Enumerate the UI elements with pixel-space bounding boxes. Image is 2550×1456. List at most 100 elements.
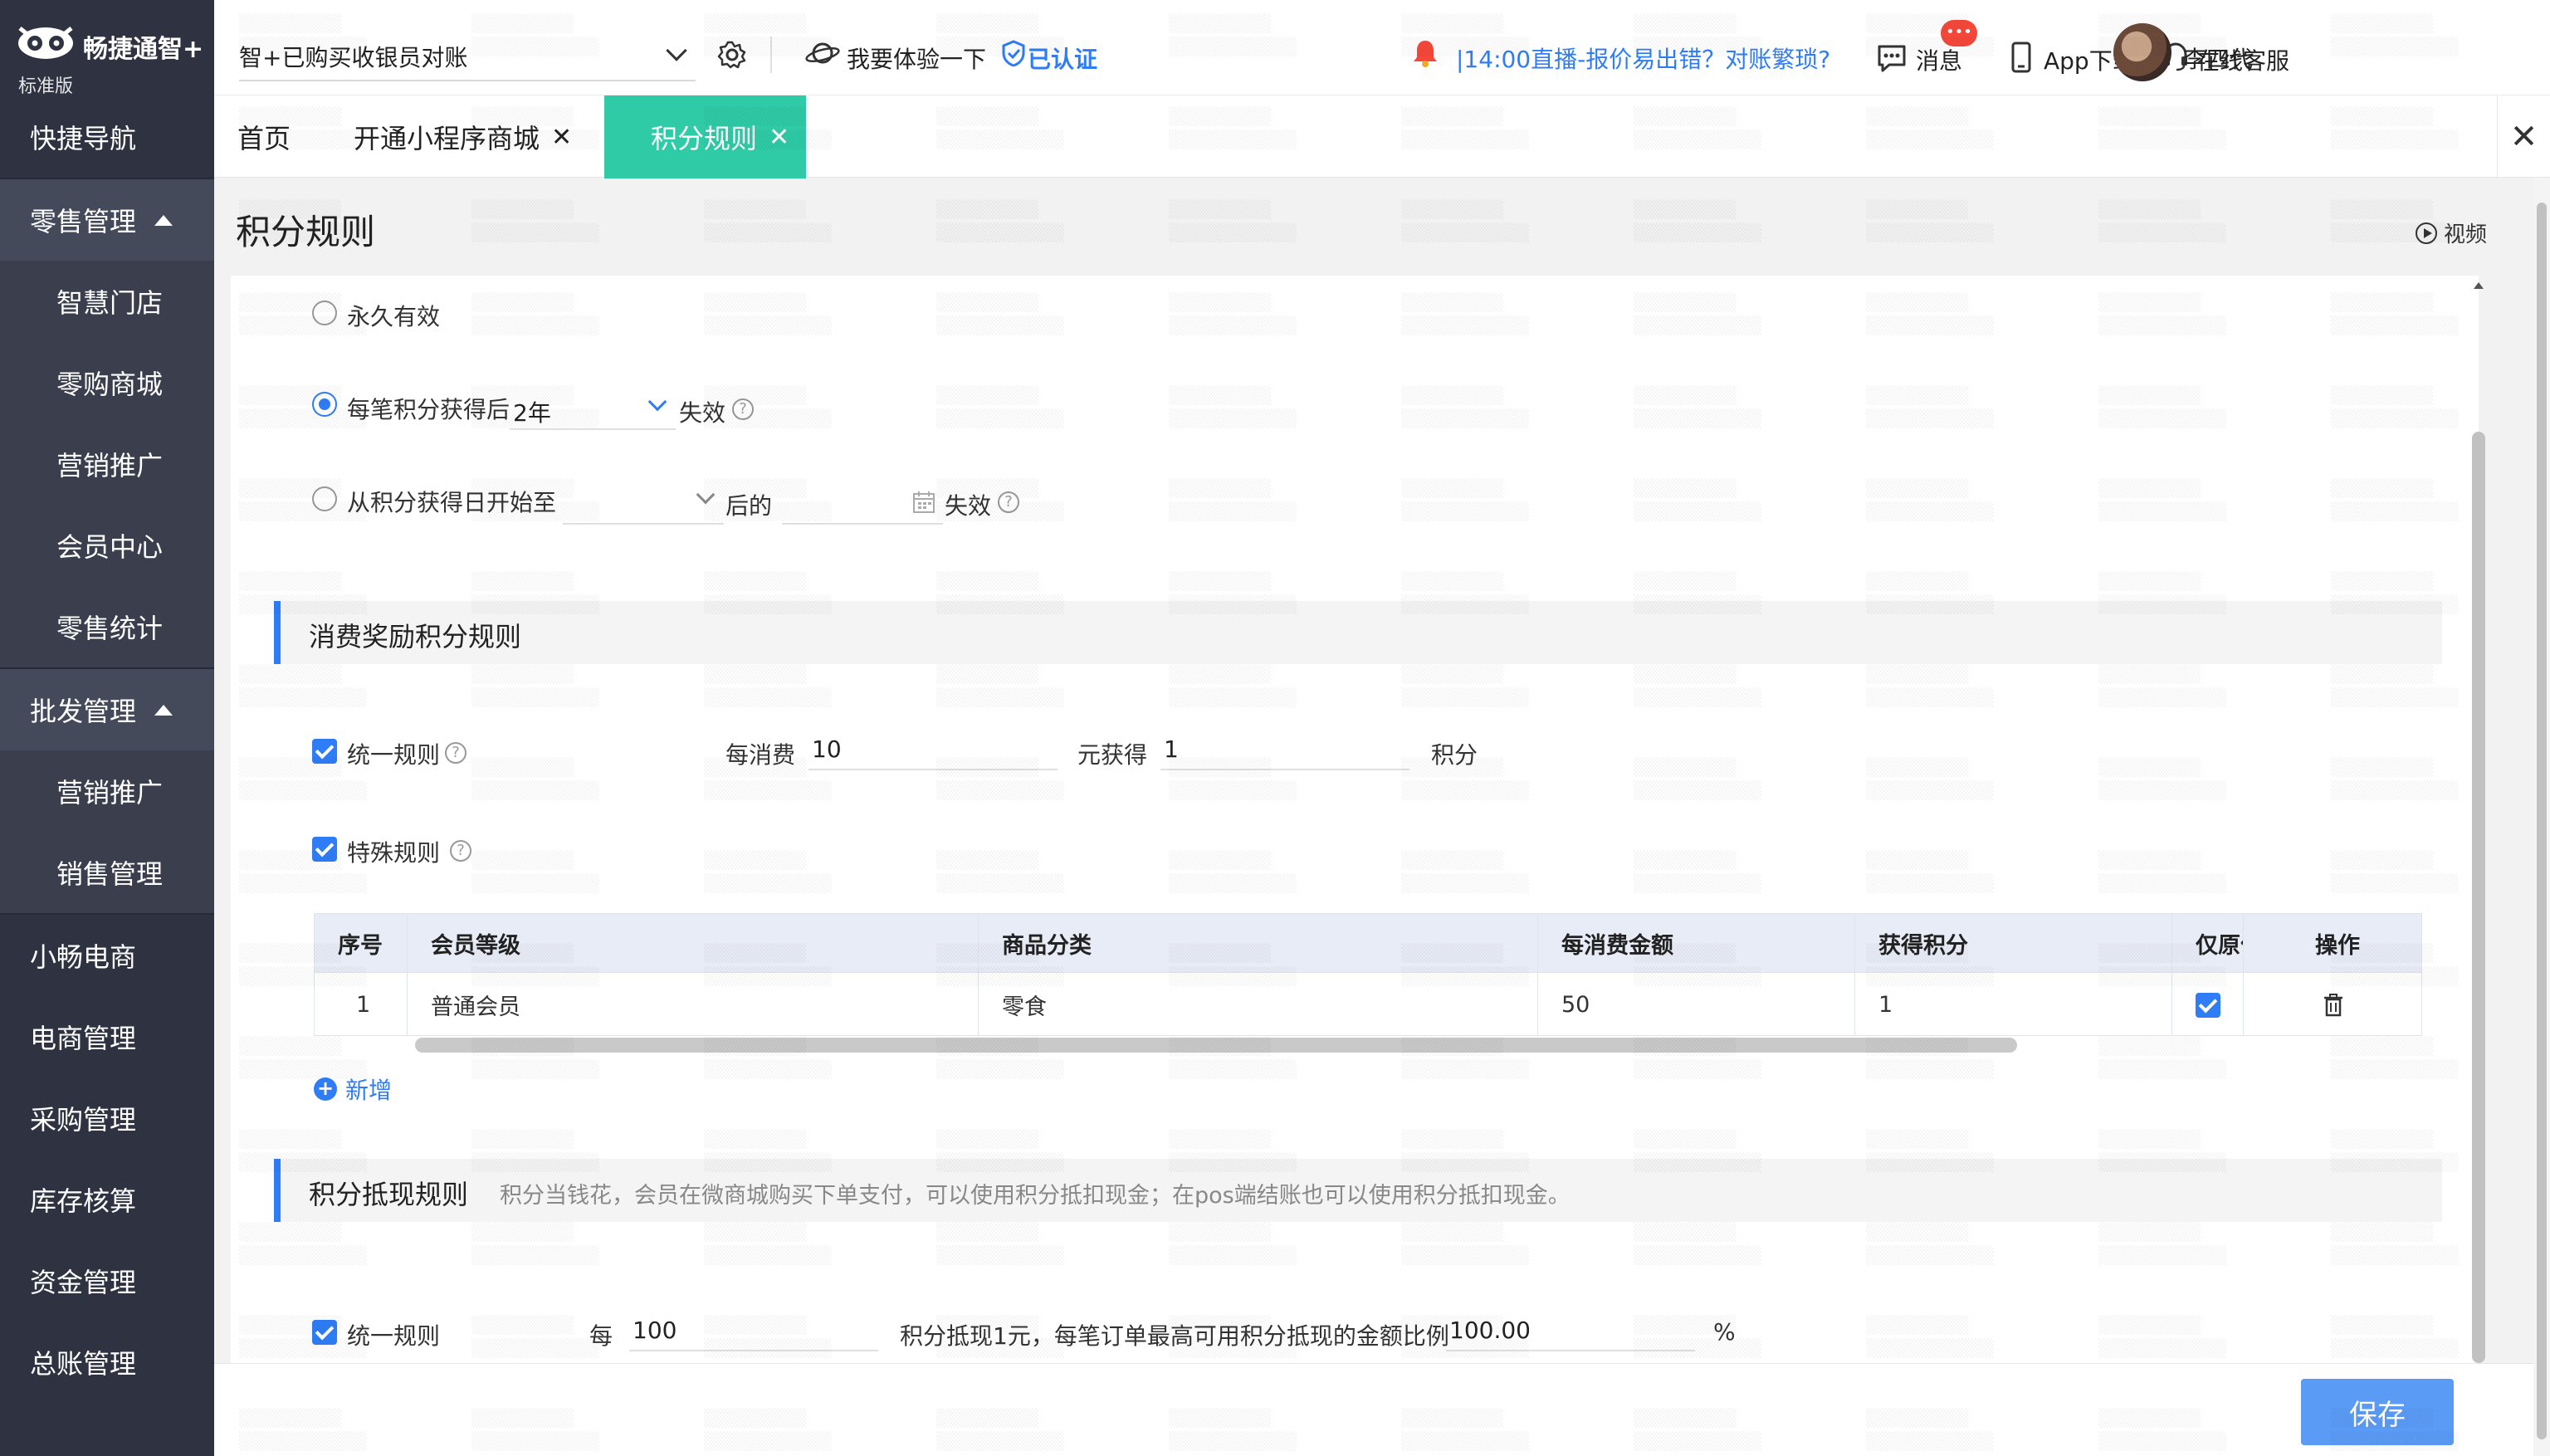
- sidebar-item-retail-stats[interactable]: 零售统计: [0, 586, 214, 667]
- help-icon[interactable]: ?: [445, 742, 467, 764]
- sidebar-item-purchase[interactable]: 采购管理: [0, 1077, 214, 1159]
- unified-rule-checkbox[interactable]: [312, 739, 337, 764]
- original-only-checkbox[interactable]: [2195, 992, 2220, 1018]
- footer-bar: 保存: [214, 1363, 2533, 1456]
- message-icon[interactable]: [1876, 43, 1908, 73]
- help-icon[interactable]: ?: [732, 398, 754, 420]
- points-rules-form: 永久有效 每笔积分获得后 2年 失效 ? 从积分获得日开始至 后的 失效 ? 消…: [231, 276, 2479, 1363]
- special-rule-checkbox[interactable]: [312, 837, 337, 862]
- col-amount: 每消费金额: [1538, 914, 1855, 972]
- redeem-points-input[interactable]: 100: [629, 1305, 878, 1351]
- sidebar-item-marketing[interactable]: 营销推广: [0, 423, 214, 505]
- redeem-ratio-input[interactable]: 100.00: [1446, 1305, 1695, 1351]
- watermark-tile: ▒▒▒▒▒▒▒▒▒▒▒▒▒▒▒▒▒▒: [2098, 198, 2226, 244]
- sidebar-item-inventory[interactable]: 库存核算: [0, 1159, 214, 1240]
- from-date-period-select[interactable]: [563, 478, 724, 525]
- sidebar-item-smart-store[interactable]: 智慧门店: [0, 261, 214, 342]
- get-points-input[interactable]: 1: [1160, 724, 1409, 770]
- sidebar-item-label: 采购管理: [30, 1104, 137, 1136]
- per-spend-input[interactable]: 10: [808, 724, 1058, 770]
- sidebar-item-wholesale[interactable]: 批发管理: [0, 669, 214, 750]
- account-select[interactable]: 智+已购买收银员对账: [239, 33, 696, 81]
- sidebar-item-mall[interactable]: 零购商城: [0, 342, 214, 423]
- gear-icon[interactable]: [717, 40, 747, 70]
- divider: [770, 37, 772, 73]
- content-scroll-thumb[interactable]: [2472, 432, 2485, 1363]
- per-spend-label: 每消费: [725, 741, 796, 769]
- get-points-value: 1: [1164, 735, 1179, 763]
- reward-section-title: 消费奖励积分规则: [309, 621, 522, 652]
- sidebar-item-sales[interactable]: 销售管理: [0, 832, 214, 913]
- tab-points-rules[interactable]: 积分规则 ✕: [604, 95, 807, 178]
- sidebar-item-funds[interactable]: 资金管理: [0, 1240, 214, 1322]
- sidebar-item-member-center[interactable]: 会员中心: [0, 505, 214, 586]
- sidebar-item-wholesale-marketing[interactable]: 营销推广: [0, 750, 214, 832]
- sidebar-item-retail[interactable]: 零售管理: [0, 179, 214, 261]
- close-all-tabs-icon[interactable]: ✕: [2497, 95, 2550, 178]
- sidebar-item-quick-nav[interactable]: 快捷导航: [0, 96, 214, 178]
- add-row-button[interactable]: + 新增: [314, 1072, 392, 1106]
- col-category: 商品分类: [979, 914, 1538, 972]
- sidebar-item-ledger[interactable]: 总账管理: [0, 1322, 214, 1403]
- radio-after-each[interactable]: [312, 392, 337, 417]
- expiry-suffix: 失效: [679, 399, 726, 427]
- avatar[interactable]: [2113, 23, 2171, 81]
- logo[interactable]: 畅捷通智+ 标准版: [0, 0, 214, 97]
- watermark-tile: ▒▒▒▒▒▒▒▒▒▒▒▒▒▒▒▒▒▒: [1634, 198, 1761, 244]
- sidebar-item-label: 零售管理: [30, 206, 137, 237]
- redeem-ratio-label: 积分抵现1元，每笔订单最高可用积分抵现的金额比例: [900, 1322, 1449, 1350]
- messages-link[interactable]: 消息: [1916, 43, 1962, 76]
- redeem-per-label: 每: [589, 1322, 613, 1350]
- cell-category[interactable]: 零食: [979, 973, 1538, 1035]
- close-icon[interactable]: ✕: [551, 123, 572, 152]
- user-name[interactable]: 李四代: [2183, 42, 2253, 75]
- radio-from-date-label: 从积分获得日开始至: [347, 489, 557, 516]
- scroll-up-arrow-icon[interactable]: [2474, 282, 2484, 289]
- cell-amount[interactable]: 50: [1538, 973, 1855, 1035]
- try-link[interactable]: 我要体验一下: [847, 42, 986, 75]
- cell-member-level[interactable]: 普通会员: [408, 973, 979, 1035]
- sidebar-item-label: 零购商城: [56, 369, 164, 400]
- page-vertical-scrollbar[interactable]: [2533, 178, 2550, 1456]
- table-horizontal-scrollbar[interactable]: [415, 1038, 2017, 1053]
- bell-icon: [1414, 41, 1437, 67]
- redeem-section-header: 积分抵现规则 积分当钱花，会员在微商城购买下单支付，可以使用积分抵扣现金；在po…: [274, 1159, 2442, 1222]
- tab-bar: 首页 开通小程序商城 ✕ 积分规则 ✕ ✕: [214, 95, 2550, 178]
- cell-points[interactable]: 1: [1855, 973, 2172, 1035]
- radio-forever[interactable]: [312, 300, 337, 325]
- help-icon[interactable]: ?: [998, 491, 1019, 513]
- watermark-tile: ▒▒▒▒▒▒▒▒▒▒▒▒▒▒▒▒▒▒: [1866, 198, 1994, 244]
- redeem-unified-checkbox[interactable]: [312, 1320, 337, 1345]
- close-icon[interactable]: ✕: [769, 123, 789, 152]
- sidebar-item-xiaochang-ecommerce[interactable]: 小畅电商: [0, 915, 214, 996]
- plus-circle-icon: +: [314, 1077, 337, 1101]
- sidebar: 畅捷通智+ 标准版 快捷导航 零售管理 智慧门店 零购商城 营销推广 会员中心 …: [0, 0, 214, 1456]
- sidebar-item-ecommerce[interactable]: 电商管理: [0, 996, 214, 1077]
- cell-original-only: [2172, 973, 2244, 1035]
- tab-home[interactable]: 首页: [214, 95, 314, 178]
- certified-badge[interactable]: 已认证: [1028, 42, 1097, 75]
- help-icon[interactable]: ?: [450, 840, 471, 862]
- brand-name: 畅捷通智+: [83, 35, 204, 64]
- expiry-period-select[interactable]: 2年: [510, 384, 676, 430]
- tab-label: 开通小程序商城: [354, 123, 540, 154]
- save-button[interactable]: 保存: [2301, 1379, 2454, 1445]
- video-link[interactable]: 视频: [2416, 217, 2487, 248]
- unified-rule-label: 统一规则: [347, 741, 441, 769]
- redeem-points-value: 100: [633, 1317, 677, 1344]
- radio-from-date[interactable]: [312, 486, 337, 511]
- radio-after-each-label: 每笔积分获得后: [347, 396, 510, 423]
- cell-index: 1: [315, 973, 408, 1035]
- page-scroll-thumb[interactable]: [2537, 203, 2547, 1439]
- radio-forever-label: 永久有效: [347, 303, 441, 330]
- sidebar-item-label: 营销推广: [56, 777, 164, 809]
- col-actions: 操作: [2315, 932, 2360, 959]
- live-announcement-link[interactable]: |14:00直播-报价易出错？对账繁琐?: [1456, 42, 1830, 75]
- tab-open-mini-program-mall[interactable]: 开通小程序商城 ✕: [330, 95, 595, 178]
- date-picker[interactable]: [782, 478, 943, 525]
- watermark-tile: ▒▒▒▒▒▒▒▒▒▒▒▒▒▒▒▒▒▒: [704, 198, 832, 244]
- sidebar-item-label: 智慧门店: [56, 287, 164, 319]
- trash-icon[interactable]: [2323, 993, 2344, 1018]
- redeem-section-desc: 积分当钱花，会员在微商城购买下单支付，可以使用积分抵扣现金；在pos端结账也可以…: [500, 1183, 1571, 1209]
- phone-icon: [2011, 42, 2031, 73]
